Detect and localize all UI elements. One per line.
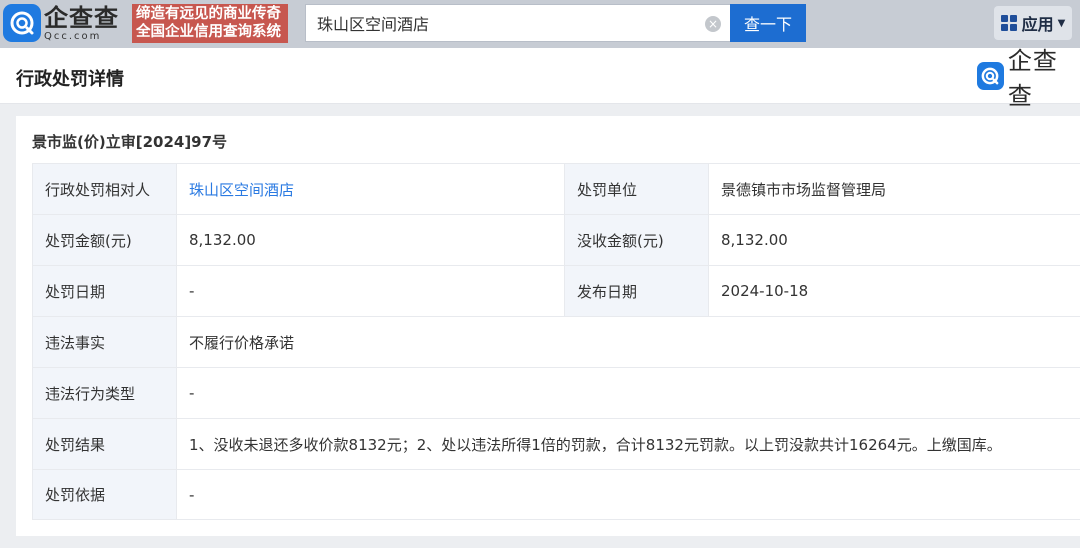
slogan-banner: 缔造有远见的商业传奇 全国企业信用查询系统 [132, 4, 288, 43]
field-label: 处罚金额(元) [32, 214, 177, 266]
field-label: 处罚单位 [564, 163, 709, 215]
field-value: 8,132.00 [708, 214, 1080, 266]
field-label: 违法行为类型 [32, 367, 177, 419]
page-title: 行政处罚详情 [16, 69, 124, 90]
brand-text: 企查查 [1007, 47, 1058, 110]
logo-en-text: Qcc.com [44, 30, 102, 42]
table-row: 处罚依据 - [32, 469, 1080, 520]
field-value: - [176, 265, 565, 317]
table-row: 违法事实 不履行价格承诺 [32, 316, 1080, 368]
logo-cn-text: 企查查 [44, 3, 119, 32]
qcc-brand-icon [977, 62, 1004, 90]
table-row: 处罚日期 - 发布日期 2024-10-18 [32, 265, 1080, 317]
apps-label: 应用 [1021, 15, 1054, 34]
field-label: 发布日期 [564, 265, 709, 317]
field-label: 行政处罚相对人 [32, 163, 177, 215]
field-value: 1、没收未退还多收价款8132元；2、处以违法所得1倍的罚款，合计8132元罚款… [176, 418, 1080, 470]
penalized-party-link[interactable]: 珠山区空间酒店 [176, 163, 565, 215]
chevron-down-icon: ▼ [1057, 17, 1066, 29]
field-value: 2024-10-18 [708, 265, 1080, 317]
search-button[interactable]: 查一下 [730, 4, 806, 42]
field-label: 违法事实 [32, 316, 177, 368]
apps-menu-button[interactable]: 应用 ▼ [994, 6, 1072, 40]
clear-search-icon[interactable]: × [705, 16, 721, 32]
title-panel: 行政处罚详情 企查查 [0, 47, 1080, 110]
field-value: 景德镇市市场监督管理局 [708, 163, 1080, 215]
field-value: - [176, 367, 1080, 419]
field-label: 没收金额(元) [564, 214, 709, 266]
field-value: - [176, 469, 1080, 520]
penalty-detail-card: 景市监(价)立审[2024]97号 行政处罚相对人 珠山区空间酒店 处罚单位 景… [16, 116, 1080, 536]
slogan-line-1: 缔造有远见的商业传奇 [136, 6, 281, 22]
field-value: 不履行价格承诺 [176, 316, 1080, 368]
table-row: 行政处罚相对人 珠山区空间酒店 处罚单位 景德镇市市场监督管理局 [32, 163, 1080, 215]
slogan-line-2: 全国企业信用查询系统 [136, 24, 281, 40]
brand-logo-right: 企查查 [977, 47, 1080, 110]
penalty-detail-table: 行政处罚相对人 珠山区空间酒店 处罚单位 景德镇市市场监督管理局 处罚金额(元)… [32, 163, 1080, 520]
decision-document-number: 景市监(价)立审[2024]97号 [32, 133, 228, 151]
table-row: 处罚金额(元) 8,132.00 没收金额(元) 8,132.00 [32, 214, 1080, 266]
field-label: 处罚依据 [32, 469, 177, 520]
apps-grid-icon [1000, 15, 1017, 31]
field-label: 处罚结果 [32, 418, 177, 470]
qcc-logo-icon [3, 4, 41, 42]
top-header-bar: 企查查 Qcc.com 缔造有远见的商业传奇 全国企业信用查询系统 × 查一下 … [0, 0, 1080, 48]
qcc-logo[interactable]: 企查查 Qcc.com [3, 3, 129, 43]
search-box: × [305, 4, 730, 42]
table-row: 违法行为类型 - [32, 367, 1080, 419]
table-row: 处罚结果 1、没收未退还多收价款8132元；2、处以违法所得1倍的罚款，合计81… [32, 418, 1080, 470]
field-value: 8,132.00 [176, 214, 565, 266]
search-input[interactable] [306, 5, 696, 41]
field-label: 处罚日期 [32, 265, 177, 317]
